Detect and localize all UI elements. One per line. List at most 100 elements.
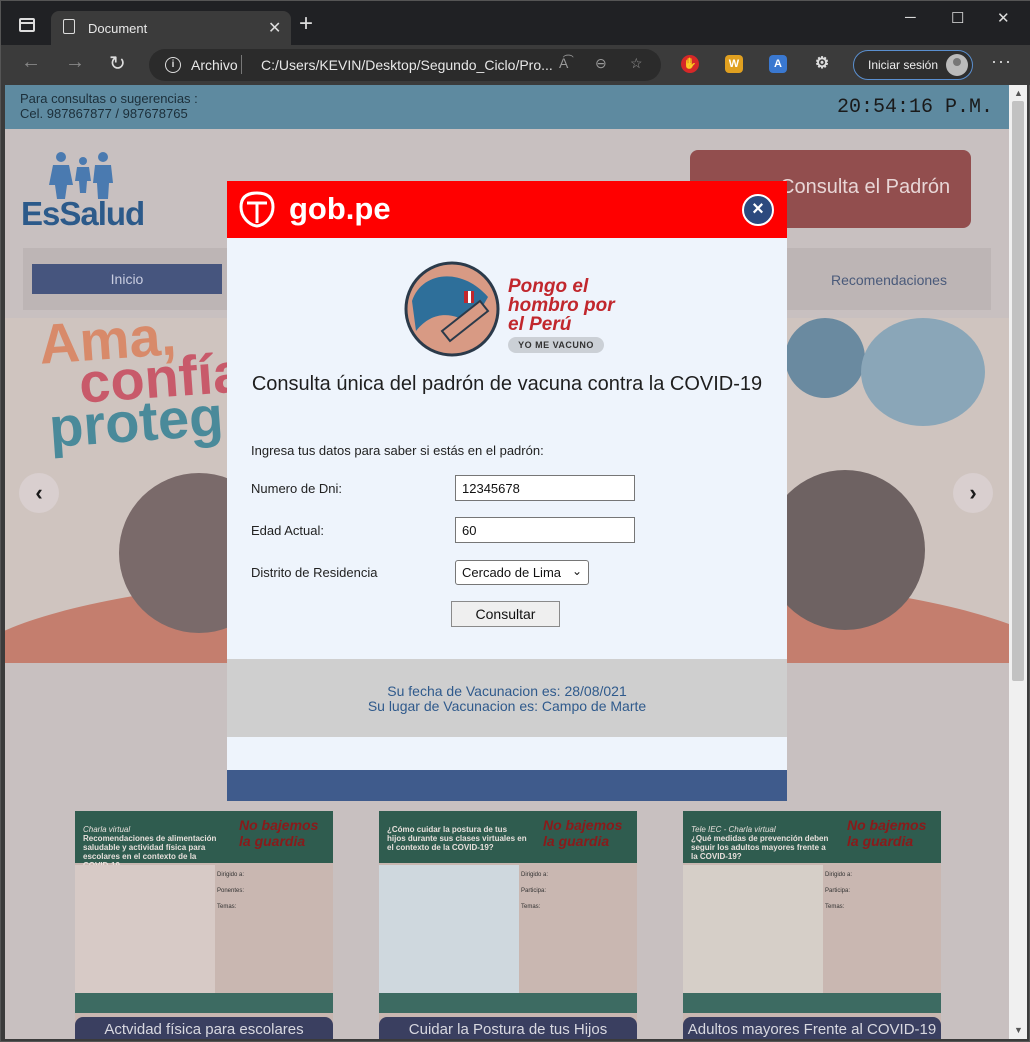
- extension-icon[interactable]: ⚙: [813, 55, 831, 73]
- address-scheme: Archivo: [191, 57, 238, 73]
- card-header: Charla virtual Recomendaciones de aliment…: [75, 811, 333, 870]
- result-panel: Su fecha de Vacunacion es: 28/08/021 Su …: [227, 659, 787, 737]
- card-caption[interactable]: Adultos mayores Frente al COVID-19: [683, 1017, 941, 1039]
- distrito-select[interactable]: Cercado de Lima ⌄: [455, 560, 589, 585]
- adblock-extension-icon[interactable]: ✋: [681, 55, 699, 73]
- dni-input[interactable]: [455, 475, 635, 501]
- card-header: Tele IEC - Charla virtual ¿Qué medidas de…: [683, 811, 941, 863]
- card-header: ¿Cómo cuidar la postura de tus hijos dur…: [379, 811, 637, 863]
- read-aloud-icon[interactable]: A͡: [559, 55, 568, 71]
- modal-close-button[interactable]: ×: [742, 194, 774, 226]
- hero-photo-right: [765, 470, 925, 630]
- more-icon[interactable]: ···: [991, 51, 1012, 72]
- card-caption[interactable]: Cuidar la Postura de tus Hijos: [379, 1017, 637, 1039]
- essalud-logo[interactable]: EsSalud: [21, 149, 151, 232]
- card-heading: ¿Cómo cuidar la postura de tus hijos dur…: [387, 825, 527, 852]
- hero-photo-right-top-2: [861, 318, 985, 426]
- charla-cards: Charla virtual Recomendaciones de aliment…: [5, 785, 1009, 1039]
- result-fecha: Su fecha de Vacunacion es: 28/08/021: [387, 683, 627, 699]
- signin-label: Iniciar sesión: [868, 58, 939, 72]
- card-details: Dirigido a: Participa: Temas:: [825, 872, 853, 910]
- charla-card[interactable]: Tele IEC - Charla virtual ¿Qué medidas de…: [683, 811, 941, 1039]
- nav-item-inicio[interactable]: Inicio: [32, 264, 222, 294]
- window-icon[interactable]: [19, 18, 35, 32]
- modal-footer: [227, 770, 787, 801]
- w-extension-icon[interactable]: W: [725, 55, 743, 73]
- scroll-down-icon[interactable]: ▼: [1014, 1025, 1023, 1035]
- distrito-label: Distrito de Residencia: [251, 565, 378, 580]
- edad-input[interactable]: [455, 517, 635, 543]
- card-badge: No bajemos la guardia: [847, 817, 927, 849]
- signin-button[interactable]: Iniciar sesión: [853, 50, 973, 80]
- address-url[interactable]: C:/Users/KEVIN/Desktop/Segundo_Ciclo/Pro…: [261, 57, 553, 73]
- card-details: Dirigido a: Ponentes: Temas:: [217, 872, 245, 910]
- charla-card[interactable]: ¿Cómo cuidar la postura de tus hijos dur…: [379, 811, 637, 1039]
- carousel-prev-button[interactable]: ‹: [19, 473, 59, 513]
- hero-word-3: proteg: [46, 384, 226, 460]
- peru-shield-icon: [239, 191, 275, 228]
- carousel-next-button[interactable]: ›: [953, 473, 993, 513]
- nav-item-recomendaciones[interactable]: Recomendaciones: [831, 272, 947, 288]
- favorite-icon[interactable]: ☆: [630, 55, 643, 72]
- forward-icon[interactable]: →: [65, 51, 85, 74]
- chevron-left-icon: ‹: [35, 480, 43, 505]
- card-illustration: [683, 865, 823, 993]
- card-illustration: [379, 865, 519, 993]
- edad-label: Edad Actual:: [251, 523, 324, 538]
- zoom-icon[interactable]: ⊖: [595, 55, 607, 72]
- tab-bar: Document ✕ + ─ ☐ ✕: [1, 1, 1030, 45]
- card-illustration: [75, 865, 215, 993]
- result-lugar: Su lugar de Vacunacion es: Campo de Mart…: [367, 698, 647, 714]
- card-heading: Charla virtual Recomendaciones de aliment…: [83, 825, 217, 870]
- card-badge: No bajemos la guardia: [543, 817, 623, 849]
- hero-photo-right-top-1: [785, 318, 865, 398]
- document-icon: [63, 19, 75, 34]
- page-scrollbar[interactable]: ▲ ▼: [1009, 85, 1027, 1039]
- campaign-logo: Pongo el hombro por el Perú YO ME VACUNO: [402, 259, 622, 359]
- family-logo-icon: [49, 152, 113, 199]
- scroll-up-icon[interactable]: ▲: [1014, 88, 1023, 98]
- scrollbar-thumb[interactable]: [1012, 101, 1024, 681]
- card-badge: No bajemos la guardia: [239, 817, 319, 849]
- close-icon[interactable]: ✕: [268, 18, 281, 38]
- contact-line-1: Para consultas o sugerencias :: [20, 91, 198, 106]
- logo-text: EsSalud: [21, 195, 145, 232]
- address-divider: [241, 55, 242, 74]
- consultar-button[interactable]: Consultar: [451, 601, 560, 627]
- card-footer: [683, 993, 941, 1013]
- contact-line-2: Cel. 987867877 / 987678765: [20, 106, 188, 121]
- dni-label: Numero de Dni:: [251, 481, 343, 496]
- campaign-slogan: Pongo el hombro por el Perú: [508, 276, 615, 335]
- address-bar[interactable]: i Archivo C:/Users/KEVIN/Desktop/Segundo…: [149, 49, 661, 81]
- card-caption[interactable]: Actvidad física para escolares: [75, 1017, 333, 1039]
- vacuna-modal: gob.pe × Pongo el hombro por el Perú YO …: [227, 181, 787, 801]
- charla-card[interactable]: Charla virtual Recomendaciones de aliment…: [75, 811, 333, 1039]
- chevron-right-icon: ›: [969, 480, 977, 505]
- gob-brand: gob.pe: [289, 191, 391, 226]
- campaign-pill: YO ME VACUNO: [508, 337, 604, 353]
- close-window-icon[interactable]: ✕: [997, 9, 1010, 27]
- tab-document[interactable]: Document ✕: [51, 11, 291, 45]
- translate-extension-icon[interactable]: A: [769, 55, 787, 73]
- plus-icon[interactable]: +: [299, 12, 313, 36]
- clock: 20:54:16 P.M.: [836, 96, 993, 119]
- card-heading: Tele IEC - Charla virtual ¿Qué medidas de…: [691, 825, 829, 861]
- card-footer: [75, 993, 333, 1013]
- reload-icon[interactable]: ↻: [109, 51, 126, 76]
- avatar-icon: [946, 54, 968, 76]
- back-icon[interactable]: ←: [21, 51, 41, 74]
- distrito-select-value: Cercado de Lima: [462, 565, 561, 580]
- contact-info: Para consultas o sugerencias : Cel. 9878…: [20, 91, 198, 121]
- contact-strip: Para consultas o sugerencias : Cel. 9878…: [5, 85, 1009, 129]
- card-details: Dirigido a: Participa: Temas:: [521, 872, 549, 910]
- maximize-icon[interactable]: ☐: [951, 9, 964, 27]
- shoulder-vaccine-icon: [404, 261, 500, 357]
- info-icon[interactable]: i: [165, 57, 181, 73]
- close-icon: ×: [752, 198, 764, 220]
- chevron-down-icon: ⌄: [572, 564, 583, 578]
- minimize-icon[interactable]: ─: [905, 9, 916, 26]
- address-toolbar: ← → ↻ i Archivo C:/Users/KEVIN/Desktop/S…: [1, 45, 1030, 85]
- modal-title: Consulta única del padrón de vacuna cont…: [251, 373, 763, 395]
- card-footer: [379, 993, 637, 1013]
- consulta-padron-label: Consulta el Padrón: [780, 176, 951, 198]
